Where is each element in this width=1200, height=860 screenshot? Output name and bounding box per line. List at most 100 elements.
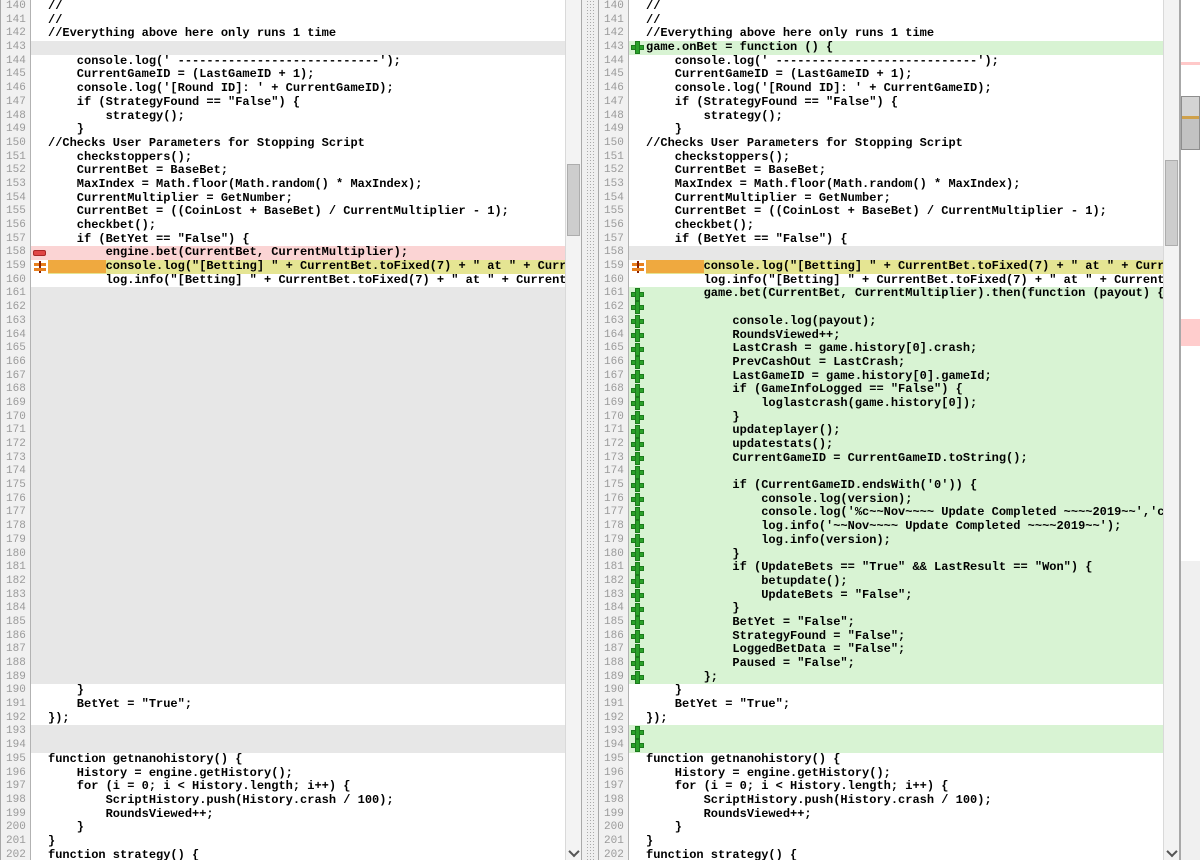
code-line: 184 xyxy=(1,602,565,616)
line-body: //Checks User Parameters for Stopping Sc… xyxy=(629,137,1163,151)
code-text: log.info("[Betting] " + CurrentBet.toFix… xyxy=(646,274,1163,288)
code-line: 188 xyxy=(1,657,565,671)
line-number: 202 xyxy=(599,849,629,860)
line-body: game.onBet = function () { xyxy=(629,41,1163,55)
line-number: 180 xyxy=(599,548,629,562)
code-text: } xyxy=(646,411,740,425)
code-text: LoggedBetData = "False"; xyxy=(646,643,905,657)
right-scrollbar-thumb[interactable] xyxy=(1165,160,1178,246)
code-line: 159 console.log("[Betting] " + CurrentBe… xyxy=(599,260,1163,274)
gutter-space xyxy=(31,780,48,794)
line-body xyxy=(31,424,565,438)
plus-icon xyxy=(629,520,646,534)
code-text: checkstoppers(); xyxy=(646,151,790,165)
code-text: RoundsViewed++; xyxy=(48,808,214,822)
code-line: 169 xyxy=(1,397,565,411)
line-body xyxy=(31,397,565,411)
line-number: 154 xyxy=(599,192,629,206)
line-body xyxy=(629,739,1163,753)
gutter-space xyxy=(629,780,646,794)
line-body: BetYet = "True"; xyxy=(629,698,1163,712)
gutter-space xyxy=(629,164,646,178)
gutter-space xyxy=(31,356,48,370)
line-body: if (CurrentGameID.endsWith('0')) { xyxy=(629,479,1163,493)
line-number: 160 xyxy=(599,274,629,288)
line-body xyxy=(31,301,565,315)
gutter-space xyxy=(31,233,48,247)
line-number: 166 xyxy=(599,356,629,370)
code-text: console.log(version); xyxy=(646,493,912,507)
gutter-space xyxy=(31,452,48,466)
code-text: // xyxy=(646,0,660,14)
left-scroll-down-button[interactable] xyxy=(566,845,581,860)
line-number: 175 xyxy=(599,479,629,493)
gutter-space xyxy=(629,698,646,712)
code-line: 160 log.info("[Betting] " + CurrentBet.t… xyxy=(1,274,565,288)
code-line: 146 console.log('[Round ID]: ' + Current… xyxy=(1,82,565,96)
line-number: 165 xyxy=(1,342,31,356)
locator-diff-marker xyxy=(1181,62,1200,65)
code-line: 149 } xyxy=(599,123,1163,137)
pane-splitter[interactable] xyxy=(581,0,599,860)
gutter-space xyxy=(629,137,646,151)
code-text: //Everything above here only runs 1 time xyxy=(48,27,336,41)
plus-icon xyxy=(629,397,646,411)
line-number: 147 xyxy=(1,96,31,110)
gutter-space xyxy=(629,233,646,247)
line-body xyxy=(31,616,565,630)
plus-icon xyxy=(629,506,646,520)
changed-whitespace xyxy=(48,260,106,273)
gutter-space xyxy=(629,68,646,82)
gutter-space xyxy=(31,712,48,726)
gutter-space xyxy=(629,767,646,781)
left-pane: 140//141//142//Everything above here onl… xyxy=(0,0,565,860)
code-line: 142//Everything above here only runs 1 t… xyxy=(1,27,565,41)
line-body: // xyxy=(629,0,1163,14)
code-line: 168 xyxy=(1,383,565,397)
changed-whitespace xyxy=(646,260,704,273)
code-line: 197 for (i = 0; i < History.length; i++)… xyxy=(1,780,565,794)
gutter-space xyxy=(31,643,48,657)
gutter-space xyxy=(31,835,48,849)
code-line: 181 if (UpdateBets == "True" && LastResu… xyxy=(599,561,1163,575)
line-number: 172 xyxy=(1,438,31,452)
plus-icon xyxy=(629,643,646,657)
code-line: 140// xyxy=(599,0,1163,14)
left-scrollbar[interactable] xyxy=(565,0,581,860)
code-text: if (UpdateBets == "True" && LastResult =… xyxy=(646,561,1092,575)
line-number: 185 xyxy=(1,616,31,630)
plus-icon xyxy=(629,561,646,575)
plus-icon xyxy=(629,342,646,356)
line-body xyxy=(31,657,565,671)
left-scrollbar-thumb[interactable] xyxy=(567,164,580,236)
line-body: console.log(' --------------------------… xyxy=(31,55,565,69)
plus-icon xyxy=(629,383,646,397)
line-number: 195 xyxy=(1,753,31,767)
code-text: console.log('%c~~Nov~~~~ Update Complete… xyxy=(646,506,1163,520)
line-number: 161 xyxy=(1,287,31,301)
diff-locator-bar[interactable] xyxy=(1179,0,1200,860)
code-text: }; xyxy=(646,671,718,685)
right-scrollbar[interactable] xyxy=(1163,0,1179,860)
code-line: 148 strategy(); xyxy=(1,110,565,124)
code-text: function strategy() { xyxy=(646,849,797,860)
gutter-space xyxy=(31,725,48,739)
gutter-space xyxy=(31,411,48,425)
code-line: 161 xyxy=(1,287,565,301)
code-line: 194 xyxy=(1,739,565,753)
line-number: 189 xyxy=(599,671,629,685)
plus-icon xyxy=(629,452,646,466)
gutter-space xyxy=(31,137,48,151)
code-text: }); xyxy=(48,712,70,726)
plus-icon xyxy=(629,548,646,562)
code-text: // xyxy=(48,0,62,14)
line-number: 192 xyxy=(599,712,629,726)
code-text: console.log('[Round ID]: ' + CurrentGame… xyxy=(646,82,992,96)
code-line: 195function getnanohistory() { xyxy=(599,753,1163,767)
line-number: 199 xyxy=(599,808,629,822)
code-line: 143 xyxy=(1,41,565,55)
line-number: 152 xyxy=(599,164,629,178)
gutter-space xyxy=(31,178,48,192)
line-body: console.log('[Round ID]: ' + CurrentGame… xyxy=(31,82,565,96)
right-scroll-down-button[interactable] xyxy=(1164,845,1179,860)
